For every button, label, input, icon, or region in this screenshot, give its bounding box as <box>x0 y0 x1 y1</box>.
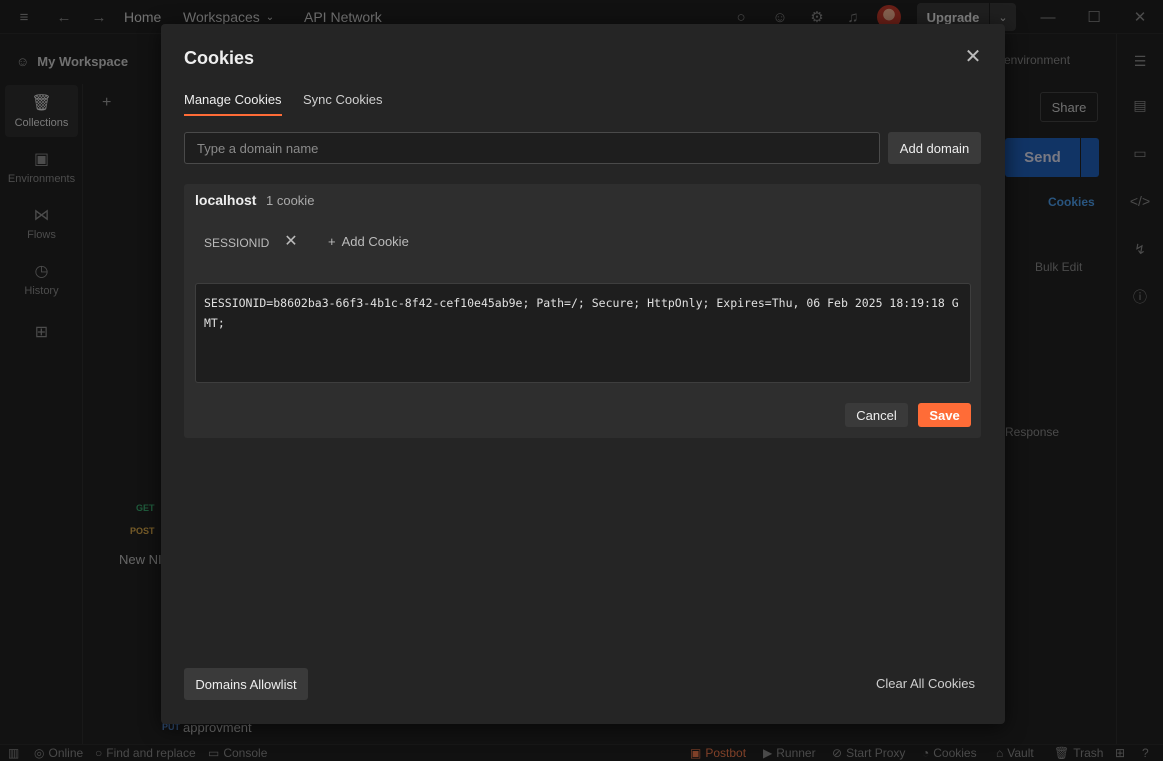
domain-name-input[interactable] <box>184 132 880 164</box>
cookie-value-editor[interactable]: SESSIONID=b8602ba3-66f3-4b1c-8f42-cef10e… <box>195 283 971 383</box>
domains-allowlist-button[interactable]: Domains Allowlist <box>184 668 308 700</box>
add-domain-button[interactable]: Add domain <box>888 132 981 164</box>
app-window: ≡ ← → Home Workspaces ⌄ API Network ○ ☺ … <box>0 0 1163 761</box>
plus-icon: + <box>328 234 336 249</box>
add-cookie-label: Add Cookie <box>341 234 409 249</box>
clear-all-cookies-button[interactable]: Clear All Cookies <box>876 676 975 691</box>
cookie-count: 1 cookie <box>266 193 315 208</box>
domain-panel-localhost: localhost 1 cookie SESSIONID ✕ + Add Coo… <box>184 184 981 438</box>
close-icon[interactable]: ✕ <box>962 45 984 68</box>
save-button[interactable]: Save <box>918 403 971 427</box>
tab-sync-cookies[interactable]: Sync Cookies <box>303 92 382 116</box>
add-cookie-button[interactable]: + Add Cookie <box>328 234 409 249</box>
cookies-modal: Cookies ✕ Manage Cookies Sync Cookies Ad… <box>161 24 1005 724</box>
remove-cookie-icon[interactable]: ✕ <box>282 230 300 252</box>
cancel-button[interactable]: Cancel <box>845 403 908 427</box>
cookie-chip-sessionid[interactable]: SESSIONID <box>204 236 269 250</box>
modal-title: Cookies <box>184 48 255 68</box>
domain-name: localhost <box>195 192 257 208</box>
tab-manage-cookies[interactable]: Manage Cookies <box>184 92 282 116</box>
